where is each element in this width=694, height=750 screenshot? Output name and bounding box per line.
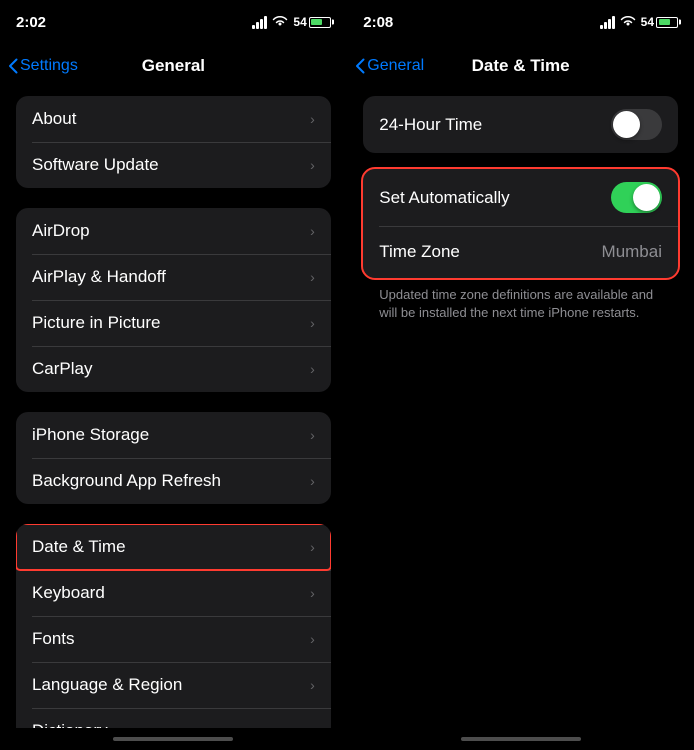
info-text: Updated time zone definitions are availa… bbox=[363, 278, 678, 334]
list-item-fonts[interactable]: Fonts › bbox=[16, 616, 331, 662]
list-item-iphone-storage[interactable]: iPhone Storage › bbox=[16, 412, 331, 458]
back-button-left[interactable]: Settings bbox=[8, 57, 78, 75]
page-title-right: Date & Time bbox=[472, 56, 570, 76]
signal-icon bbox=[252, 16, 267, 29]
list-item-language-region[interactable]: Language & Region › bbox=[16, 662, 331, 708]
list-item-keyboard[interactable]: Keyboard › bbox=[16, 570, 331, 616]
chevron-icon: › bbox=[310, 723, 315, 728]
list-item-software-update[interactable]: Software Update › bbox=[16, 142, 331, 188]
section-24hr: 24-Hour Time bbox=[363, 96, 678, 153]
page-title-left: General bbox=[142, 56, 205, 76]
battery-icon-right: 54 bbox=[641, 15, 678, 29]
list-item-airdrop[interactable]: AirDrop › bbox=[16, 208, 331, 254]
status-icons-right: 54 bbox=[600, 15, 678, 30]
nav-bar-right: General Date & Time bbox=[347, 44, 694, 88]
section-set-auto: Set Automatically bbox=[363, 169, 678, 278]
status-bar-right: 2:08 54 bbox=[347, 0, 694, 44]
row-timezone[interactable]: Time Zone Mumbai bbox=[363, 226, 678, 278]
chevron-icon: › bbox=[310, 157, 315, 173]
wifi-icon-right bbox=[620, 15, 636, 30]
home-indicator-right bbox=[347, 728, 694, 750]
chevron-icon: › bbox=[310, 631, 315, 647]
list-item-dictionary[interactable]: Dictionary › bbox=[16, 708, 331, 728]
list-item-airplay-handoff[interactable]: AirPlay & Handoff › bbox=[16, 254, 331, 300]
home-indicator-left bbox=[0, 728, 347, 750]
signal-icon-right bbox=[600, 16, 615, 29]
left-content: About › Software Update › AirDrop › AirP… bbox=[0, 88, 347, 728]
section-group-1: About › Software Update › bbox=[16, 96, 331, 188]
wifi-icon bbox=[272, 15, 288, 30]
chevron-icon: › bbox=[310, 269, 315, 285]
list-item-carplay[interactable]: CarPlay › bbox=[16, 346, 331, 392]
status-bar-left: 2:02 54 bbox=[0, 0, 347, 44]
chevron-icon: › bbox=[310, 539, 315, 555]
list-item-about[interactable]: About › bbox=[16, 96, 331, 142]
row-24hr-time: 24-Hour Time bbox=[363, 96, 678, 153]
section-group-2: AirDrop › AirPlay & Handoff › Picture in… bbox=[16, 208, 331, 392]
toggle-24hr[interactable] bbox=[611, 109, 662, 140]
battery-icon-left: 54 bbox=[293, 15, 330, 29]
back-button-right[interactable]: General bbox=[355, 57, 424, 75]
list-item-background-refresh[interactable]: Background App Refresh › bbox=[16, 458, 331, 504]
time-left: 2:02 bbox=[16, 14, 46, 31]
right-panel: 2:08 54 bbox=[347, 0, 694, 750]
list-item-date-time[interactable]: Date & Time › bbox=[16, 524, 331, 570]
section-group-4: Date & Time › Keyboard › Fonts › Languag… bbox=[16, 524, 331, 728]
chevron-icon: › bbox=[310, 361, 315, 377]
chevron-icon: › bbox=[310, 315, 315, 331]
row-set-automatically: Set Automatically bbox=[363, 169, 678, 226]
chevron-icon: › bbox=[310, 473, 315, 489]
chevron-icon: › bbox=[310, 223, 315, 239]
status-icons-left: 54 bbox=[252, 15, 330, 30]
chevron-icon: › bbox=[310, 111, 315, 127]
chevron-icon: › bbox=[310, 427, 315, 443]
toggle-set-auto[interactable] bbox=[611, 182, 662, 213]
chevron-icon: › bbox=[310, 585, 315, 601]
time-right: 2:08 bbox=[363, 14, 393, 31]
nav-bar-left: Settings General bbox=[0, 44, 347, 88]
list-item-picture-in-picture[interactable]: Picture in Picture › bbox=[16, 300, 331, 346]
section-group-3: iPhone Storage › Background App Refresh … bbox=[16, 412, 331, 504]
chevron-icon: › bbox=[310, 677, 315, 693]
right-content: 24-Hour Time Set Automatically bbox=[347, 88, 694, 728]
left-panel: 2:02 54 bbox=[0, 0, 347, 750]
